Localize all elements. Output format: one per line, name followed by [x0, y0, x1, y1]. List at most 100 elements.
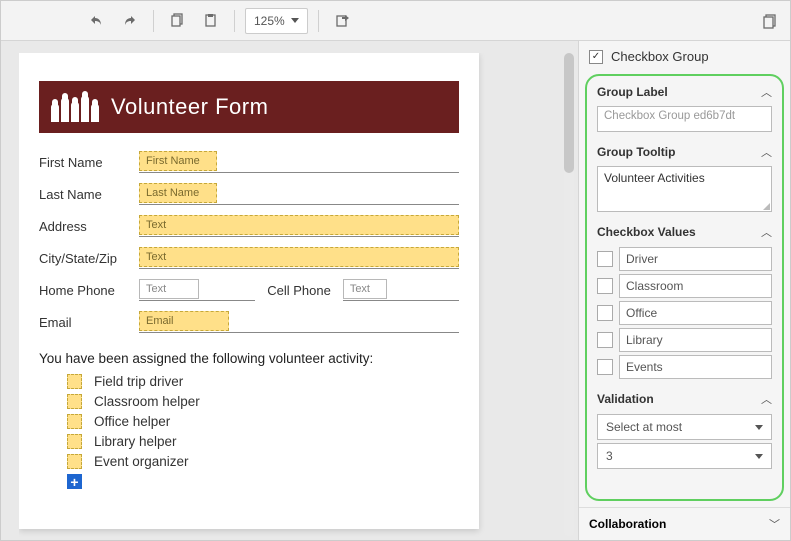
email-field[interactable]: Email: [139, 311, 459, 333]
chevron-up-icon: ︿: [761, 391, 772, 407]
cell-phone-placeholder: Text: [343, 279, 387, 299]
checkbox-value-row: Library: [597, 328, 772, 352]
properties-highlight: Group Label ︿ Checkbox Group ed6b7dt Gro…: [585, 74, 784, 501]
undo-button[interactable]: [83, 7, 111, 35]
validation-rule-select[interactable]: Select at most: [597, 414, 772, 440]
checkbox-placeholder-icon: [67, 374, 82, 389]
plus-icon: +: [70, 474, 78, 490]
vertical-scrollbar[interactable]: [564, 53, 574, 536]
scrollbar-thumb[interactable]: [564, 53, 574, 173]
activity-label: Event organizer: [94, 454, 189, 469]
checkbox-value-row: Driver: [597, 247, 772, 271]
checkbox-values-section: Checkbox Values ︿ Driver Classroom Offic…: [591, 220, 778, 379]
chevron-down-icon: [291, 18, 299, 23]
home-phone-field[interactable]: Text: [139, 279, 255, 301]
resize-handle-icon[interactable]: [763, 203, 770, 210]
paste-button[interactable]: [196, 7, 224, 35]
last-name-row: Last Name Last Name: [39, 183, 459, 205]
first-name-label: First Name: [39, 155, 139, 170]
email-label: Email: [39, 315, 139, 330]
collaboration-header[interactable]: Collaboration ﹀: [579, 507, 790, 540]
component-checked-icon: ✓: [589, 50, 603, 64]
activity-label: Office helper: [94, 414, 170, 429]
panels-toggle-button[interactable]: [756, 7, 784, 35]
group-tooltip-input[interactable]: Volunteer Activities: [597, 166, 772, 212]
activity-label: Library helper: [94, 434, 177, 449]
first-name-field[interactable]: First Name: [139, 151, 459, 173]
properties-panel: ✓ Checkbox Group Group Label ︿ Checkbox …: [578, 41, 790, 540]
home-phone-placeholder: Text: [139, 279, 199, 299]
checkbox-values-header[interactable]: Checkbox Values ︿: [591, 220, 778, 244]
form-title: Volunteer Form: [111, 94, 268, 120]
validation-header[interactable]: Validation ︿: [591, 387, 778, 411]
cell-phone-label: Cell Phone: [267, 283, 331, 298]
copy-button[interactable]: [164, 7, 192, 35]
canvas-area[interactable]: Volunteer Form First Name First Name Las…: [1, 41, 578, 540]
toolbar-separator: [153, 10, 154, 32]
group-tooltip-section: Group Tooltip ︿ Volunteer Activities: [591, 140, 778, 212]
toolbar: 125%: [1, 1, 790, 41]
add-checkbox-button[interactable]: +: [67, 474, 82, 489]
paste-icon: [203, 13, 218, 28]
chevron-up-icon: ︿: [761, 84, 772, 100]
activity-checkbox-item[interactable]: Office helper: [67, 414, 459, 429]
checkbox-value-input[interactable]: Office: [619, 301, 772, 325]
address-row: Address Text: [39, 215, 459, 237]
export-button[interactable]: [329, 7, 357, 35]
chevron-up-icon: ︿: [761, 144, 772, 160]
csz-placeholder: Text: [139, 247, 459, 267]
group-label-header-text: Group Label: [597, 85, 668, 99]
activity-checkbox-item[interactable]: Event organizer: [67, 454, 459, 469]
panels-icon: [762, 13, 778, 29]
checkbox-input[interactable]: [597, 332, 613, 348]
checkbox-value-input[interactable]: Library: [619, 328, 772, 352]
group-tooltip-header[interactable]: Group Tooltip ︿: [591, 140, 778, 164]
toolbar-separator: [318, 10, 319, 32]
email-row: Email Email: [39, 311, 459, 333]
activity-checkbox-item[interactable]: Field trip driver: [67, 374, 459, 389]
last-name-label: Last Name: [39, 187, 139, 202]
copy-icon: [171, 13, 186, 28]
redo-button[interactable]: [115, 7, 143, 35]
validation-rule-value: Select at most: [606, 420, 682, 434]
validation-count-select[interactable]: 3: [597, 443, 772, 469]
chevron-down-icon: ﹀: [769, 516, 780, 532]
cell-phone-field[interactable]: Text: [343, 279, 459, 301]
checkbox-placeholder-icon: [67, 434, 82, 449]
address-field[interactable]: Text: [139, 215, 459, 237]
assignment-text: You have been assigned the following vol…: [39, 351, 459, 366]
group-tooltip-value: Volunteer Activities: [604, 171, 705, 185]
csz-row: City/State/Zip Text: [39, 247, 459, 269]
first-name-placeholder: First Name: [139, 151, 217, 171]
zoom-select[interactable]: 125%: [245, 8, 308, 34]
last-name-field[interactable]: Last Name: [139, 183, 459, 205]
checkbox-value-row: Classroom: [597, 274, 772, 298]
csz-field[interactable]: Text: [139, 247, 459, 269]
checkbox-placeholder-icon: [67, 454, 82, 469]
checkbox-input[interactable]: [597, 359, 613, 375]
checkbox-value-input[interactable]: Classroom: [619, 274, 772, 298]
group-tooltip-header-text: Group Tooltip: [597, 145, 675, 159]
checkbox-value-input[interactable]: Driver: [619, 247, 772, 271]
checkbox-input[interactable]: [597, 305, 613, 321]
validation-header-text: Validation: [597, 392, 654, 406]
home-phone-label: Home Phone: [39, 283, 139, 298]
chevron-down-icon: [755, 454, 763, 459]
activity-checkbox-item[interactable]: Classroom helper: [67, 394, 459, 409]
activity-checkbox-item[interactable]: Library helper: [67, 434, 459, 449]
collaboration-header-text: Collaboration: [589, 517, 666, 531]
checkbox-input[interactable]: [597, 278, 613, 294]
document-page: Volunteer Form First Name First Name Las…: [19, 53, 479, 529]
group-label-section: Group Label ︿ Checkbox Group ed6b7dt: [591, 80, 778, 132]
checkbox-placeholder-icon: [67, 414, 82, 429]
group-label-placeholder: Checkbox Group ed6b7dt: [604, 110, 735, 122]
first-name-row: First Name First Name: [39, 151, 459, 173]
export-icon: [335, 13, 351, 29]
group-label-input[interactable]: Checkbox Group ed6b7dt: [597, 106, 772, 132]
undo-icon: [89, 13, 105, 29]
checkbox-input[interactable]: [597, 251, 613, 267]
redo-icon: [121, 13, 137, 29]
checkbox-value-input[interactable]: Events: [619, 355, 772, 379]
group-label-header[interactable]: Group Label ︿: [591, 80, 778, 104]
csz-label: City/State/Zip: [39, 251, 139, 266]
